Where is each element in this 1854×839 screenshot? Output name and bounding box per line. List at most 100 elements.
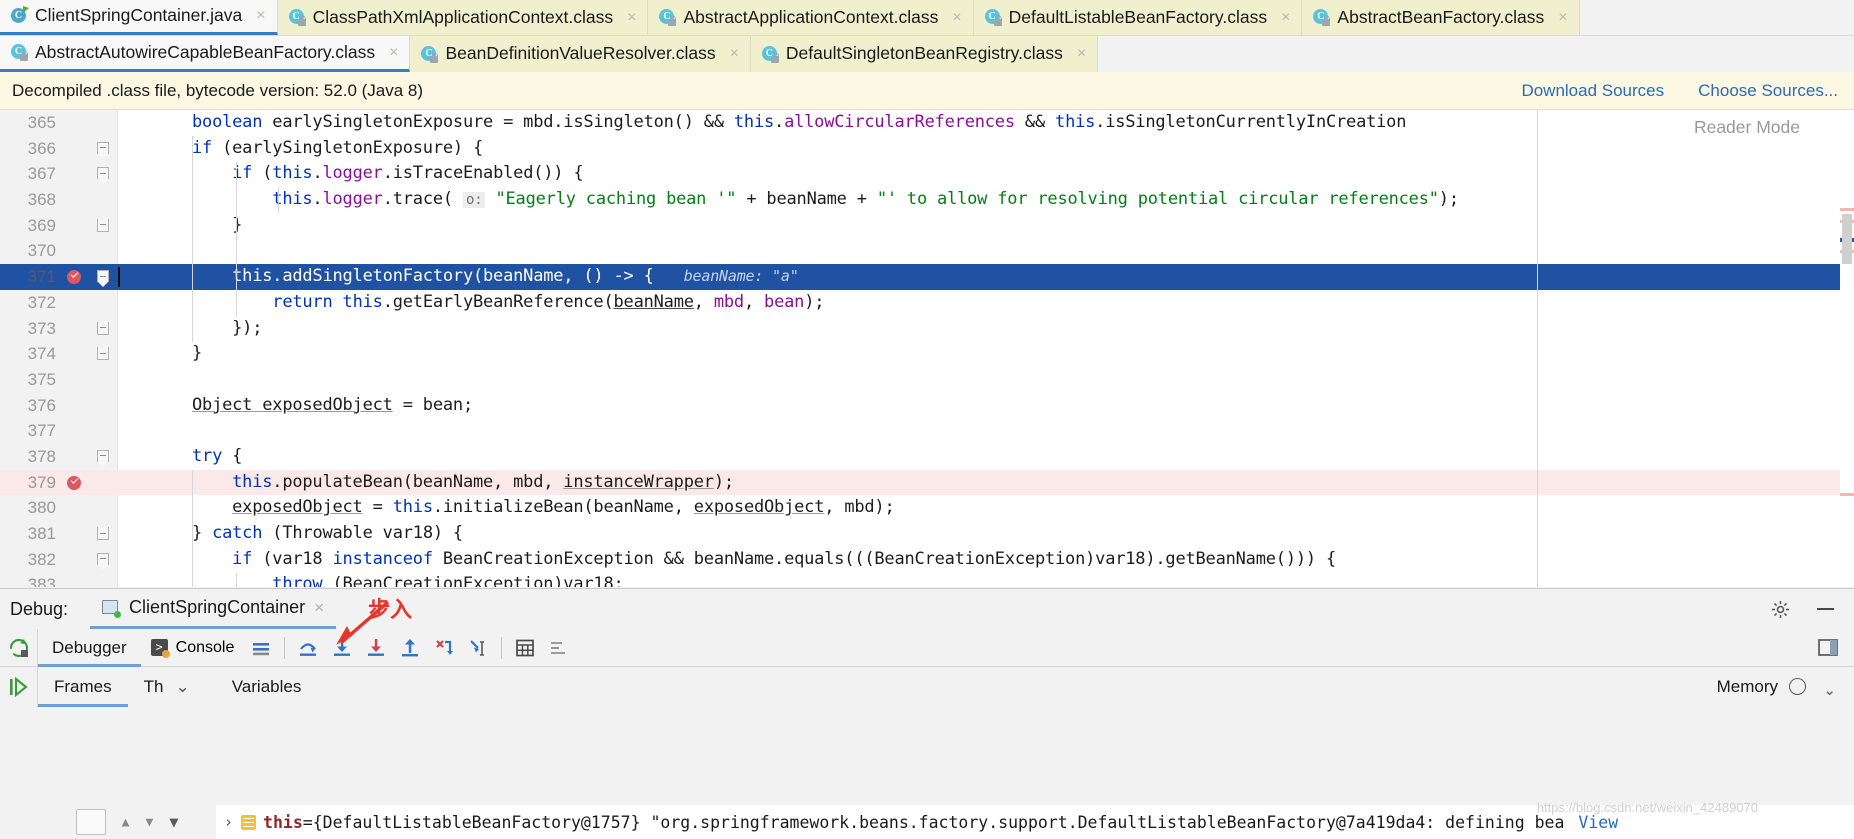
editor-tab[interactable]: C ClassPathXmlApplicationContext.class × bbox=[277, 0, 649, 35]
breakpoint-gutter-slot[interactable] bbox=[62, 110, 90, 136]
code-fold-gutter-slot[interactable] bbox=[90, 495, 118, 521]
code-line[interactable]: 373 }); bbox=[0, 316, 1854, 342]
view-value-link[interactable]: View bbox=[1578, 813, 1618, 832]
tab-threads[interactable]: Th bbox=[128, 667, 168, 707]
rerun-icon[interactable] bbox=[7, 636, 31, 660]
breakpoint-gutter-slot[interactable] bbox=[62, 187, 90, 213]
fold-collapse-icon[interactable] bbox=[97, 167, 109, 185]
code-line[interactable]: 374} bbox=[0, 341, 1854, 367]
code-fold-gutter-slot[interactable] bbox=[90, 187, 118, 213]
expand-chevron-icon[interactable]: › bbox=[224, 813, 233, 831]
breakpoint-gutter-slot[interactable] bbox=[62, 367, 90, 393]
breakpoint-gutter-slot[interactable] bbox=[62, 161, 90, 187]
breakpoint-gutter-slot[interactable] bbox=[62, 136, 90, 162]
download-sources-link[interactable]: Download Sources bbox=[1521, 81, 1664, 101]
code-fold-gutter-slot[interactable] bbox=[90, 136, 118, 162]
code-line[interactable]: 381} catch (Throwable var18) { bbox=[0, 521, 1854, 547]
code-text[interactable]: }); bbox=[118, 316, 1854, 342]
debug-session-tab[interactable]: ClientSpringContainer × bbox=[90, 589, 337, 629]
resume-program-icon[interactable] bbox=[7, 675, 31, 699]
breakpoint-gutter-slot[interactable] bbox=[62, 521, 90, 547]
code-fold-gutter-slot[interactable] bbox=[90, 418, 118, 444]
memory-label[interactable]: Memory bbox=[1717, 667, 1778, 707]
editor-tab[interactable]: C AbstractAutowireCapableBeanFactory.clas… bbox=[0, 36, 411, 72]
close-icon[interactable]: × bbox=[1557, 9, 1568, 26]
code-fold-gutter-slot[interactable] bbox=[90, 290, 118, 316]
code-text[interactable]: this.populateBean(beanName, mbd, instanc… bbox=[118, 470, 1854, 496]
chevron-down-icon[interactable]: ⌄ bbox=[167, 667, 197, 707]
close-icon[interactable]: × bbox=[729, 46, 740, 62]
code-fold-gutter-slot[interactable] bbox=[90, 341, 118, 367]
code-text[interactable] bbox=[118, 238, 1854, 264]
breakpoint-gutter-slot[interactable] bbox=[62, 418, 90, 444]
code-fold-gutter-slot[interactable] bbox=[90, 470, 118, 496]
code-text[interactable] bbox=[118, 418, 1854, 444]
code-text[interactable]: Object exposedObject = bean; bbox=[118, 393, 1854, 419]
tab-frames[interactable]: Frames bbox=[38, 667, 128, 707]
gear-icon[interactable] bbox=[1771, 600, 1790, 619]
frame-selector-button[interactable] bbox=[75, 809, 106, 835]
code-text[interactable]: } bbox=[118, 341, 1854, 367]
breakpoint-gutter-slot[interactable] bbox=[62, 290, 90, 316]
code-line[interactable]: 365 boolean earlySingletonExposure = mbd.… bbox=[0, 110, 1854, 136]
step-out-icon[interactable] bbox=[393, 629, 427, 667]
code-text[interactable]: if (earlySingletonExposure) { bbox=[118, 136, 1854, 162]
code-line[interactable]: 367 if (this.logger.isTraceEnabled()) { bbox=[0, 161, 1854, 187]
chevron-down-small-icon[interactable]: ▼ bbox=[145, 815, 153, 830]
breakpoint-gutter-slot[interactable] bbox=[62, 470, 90, 496]
chevron-down-icon[interactable]: ⌄ bbox=[1823, 681, 1836, 699]
tab-console[interactable]: > Console bbox=[141, 639, 245, 658]
close-icon[interactable]: × bbox=[626, 9, 637, 26]
breakpoint-gutter-slot[interactable] bbox=[62, 213, 90, 239]
close-icon[interactable]: × bbox=[255, 8, 266, 24]
fold-collapse-icon[interactable] bbox=[97, 141, 109, 159]
breakpoint-gutter-slot[interactable] bbox=[62, 341, 90, 367]
breakpoint-gutter-slot[interactable] bbox=[62, 495, 90, 521]
code-line[interactable]: 370 bbox=[0, 238, 1854, 264]
tab-debugger[interactable]: Debugger bbox=[38, 629, 141, 667]
chevron-down-icon[interactable]: ▼ bbox=[169, 813, 178, 831]
code-line[interactable]: 376 Object exposedObject = bean; bbox=[0, 393, 1854, 419]
code-text[interactable]: this.addSingletonFactory(beanName, () ->… bbox=[118, 264, 1854, 290]
code-text[interactable]: if (this.logger.isTraceEnabled()) { bbox=[118, 161, 1854, 187]
editor-tab[interactable]: C DefaultListableBeanFactory.class × bbox=[973, 0, 1303, 35]
code-line[interactable]: 380 exposedObject = this.initializeBean(… bbox=[0, 495, 1854, 521]
editor-tab[interactable]: C ClientSpringContainer.java × bbox=[0, 0, 278, 35]
editor-tab[interactable]: C AbstractApplicationContext.class × bbox=[648, 0, 974, 35]
breakpoint-icon[interactable] bbox=[67, 475, 81, 490]
breakpoint-gutter-slot[interactable] bbox=[62, 316, 90, 342]
code-line[interactable]: 378 try { bbox=[0, 444, 1854, 470]
code-line[interactable]: 375 bbox=[0, 367, 1854, 393]
code-text[interactable]: boolean earlySingletonExposure = mbd.isS… bbox=[118, 110, 1854, 136]
editor-tab[interactable]: C AbstractBeanFactory.class × bbox=[1302, 0, 1580, 35]
choose-sources-link[interactable]: Choose Sources... bbox=[1698, 81, 1838, 101]
evaluate-expression-icon[interactable] bbox=[508, 629, 542, 667]
fold-end-icon[interactable] bbox=[97, 347, 109, 361]
minimize-icon[interactable] bbox=[1817, 608, 1834, 610]
step-over-icon[interactable] bbox=[291, 629, 325, 667]
run-to-cursor-icon[interactable] bbox=[461, 629, 495, 667]
chevron-up-icon[interactable]: ▲ bbox=[122, 815, 130, 830]
breakpoint-gutter-slot[interactable] bbox=[62, 238, 90, 264]
close-icon[interactable]: × bbox=[951, 9, 962, 26]
code-fold-gutter-slot[interactable] bbox=[90, 238, 118, 264]
breakpoint-gutter-slot[interactable] bbox=[62, 547, 90, 573]
code-fold-gutter-slot[interactable] bbox=[90, 521, 118, 547]
code-text[interactable]: try { bbox=[118, 444, 1854, 470]
code-text[interactable]: } bbox=[118, 213, 1854, 239]
code-line[interactable]: 382 if (var18 instanceof BeanCreationExc… bbox=[0, 547, 1854, 573]
code-fold-gutter-slot[interactable] bbox=[90, 161, 118, 187]
fold-collapse-icon[interactable] bbox=[97, 552, 109, 570]
editor-tab[interactable]: C BeanDefinitionValueResolver.class × bbox=[410, 36, 751, 72]
breakpoint-icon[interactable] bbox=[67, 270, 81, 285]
code-fold-gutter-slot[interactable] bbox=[90, 367, 118, 393]
code-text[interactable]: } catch (Throwable var18) { bbox=[118, 521, 1854, 547]
breakpoint-gutter-slot[interactable] bbox=[62, 393, 90, 419]
settings-list-icon[interactable] bbox=[542, 629, 576, 667]
code-line[interactable]: 372 return this.getEarlyBeanReference(be… bbox=[0, 290, 1854, 316]
close-icon[interactable]: × bbox=[1280, 9, 1291, 26]
fold-end-icon[interactable] bbox=[97, 321, 109, 335]
code-line[interactable]: 366 if (earlySingletonExposure) { bbox=[0, 136, 1854, 162]
editor-tab[interactable]: C DefaultSingletonBeanRegistry.class × bbox=[750, 36, 1099, 72]
code-text[interactable]: this.logger.trace( o: "Eagerly caching b… bbox=[118, 187, 1854, 213]
